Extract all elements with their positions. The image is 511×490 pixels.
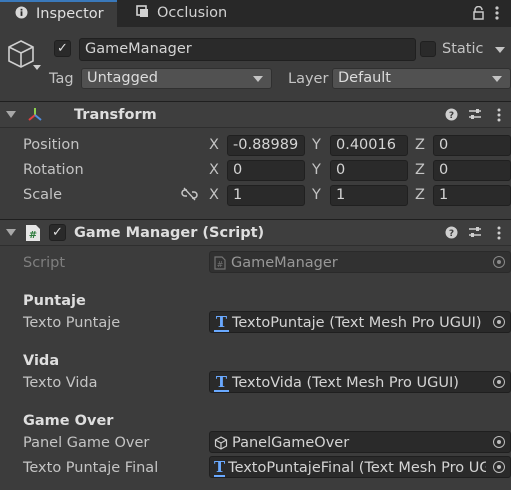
csharp-script-icon: # xyxy=(214,255,228,271)
object-name-field[interactable]: GameManager xyxy=(79,38,416,61)
object-picker-icon[interactable] xyxy=(488,432,510,452)
svg-text:?: ? xyxy=(449,111,454,121)
foldout-arrow-icon[interactable] xyxy=(6,111,16,118)
component-menu-icon[interactable] xyxy=(496,108,502,126)
text-mesh-pro-icon: T xyxy=(214,374,229,392)
active-toggle[interactable]: ✓ xyxy=(54,40,71,57)
script-field: # GameManager xyxy=(209,251,511,273)
scale-z-field[interactable]: 1 xyxy=(433,185,511,206)
chevron-down-icon xyxy=(253,76,263,82)
position-x-label: X xyxy=(209,137,219,153)
texto-puntaje-label: Texto Puntaje xyxy=(23,315,121,331)
layer-label: Layer xyxy=(288,71,329,87)
object-picker-icon[interactable] xyxy=(488,372,510,392)
gameobject-icon xyxy=(214,435,229,451)
scale-y-field[interactable]: 1 xyxy=(330,185,408,206)
help-icon[interactable]: ? xyxy=(445,226,458,243)
chevron-down-icon xyxy=(492,76,502,82)
scale-y-label: Y xyxy=(312,187,321,203)
tag-dropdown[interactable]: Untagged xyxy=(81,68,272,89)
foldout-arrow-icon[interactable] xyxy=(6,229,16,236)
svg-text:#: # xyxy=(217,260,224,269)
text-mesh-pro-icon: T xyxy=(214,314,229,332)
info-icon xyxy=(12,6,30,23)
tab-occlusion[interactable]: Occlusion xyxy=(117,0,257,27)
scale-z-label: Z xyxy=(415,187,425,203)
rotation-x-field[interactable]: 0 xyxy=(227,160,305,181)
tab-inspector-label: Inspector xyxy=(36,6,104,23)
help-icon[interactable]: ? xyxy=(445,108,458,125)
lock-icon[interactable] xyxy=(472,5,485,24)
transform-icon xyxy=(26,106,44,128)
rotation-y-label: Y xyxy=(312,162,321,178)
object-picker-icon[interactable] xyxy=(488,457,510,477)
texto-puntaje-field[interactable]: T TextoPuntaje (Text Mesh Pro UGUI) xyxy=(209,311,511,333)
tab-occlusion-label: Occlusion xyxy=(157,5,228,22)
presets-icon[interactable] xyxy=(468,108,482,125)
position-y-field[interactable]: 0.40016 xyxy=(330,135,408,156)
script-enabled-toggle[interactable]: ✓ xyxy=(49,224,66,241)
scale-x-label: X xyxy=(209,187,219,203)
object-picker-icon xyxy=(488,252,510,272)
texto-puntaje-final-field[interactable]: T TextoPuntajeFinal (Text Mesh Pro UGUI) xyxy=(209,456,511,478)
static-checkbox[interactable] xyxy=(420,41,436,57)
texto-vida-label: Texto Vida xyxy=(23,375,98,391)
script-label: Script xyxy=(23,255,66,271)
object-picker-icon[interactable] xyxy=(488,312,510,332)
component-menu-icon[interactable] xyxy=(496,226,502,244)
rotation-x-label: X xyxy=(209,162,219,178)
link-broken-icon[interactable] xyxy=(181,187,198,205)
rotation-z-field[interactable]: 0 xyxy=(433,160,511,181)
scale-x-field[interactable]: 1 xyxy=(227,185,305,206)
presets-icon[interactable] xyxy=(468,226,482,243)
texto-puntaje-final-label: Texto Puntaje Final xyxy=(23,460,159,476)
tab-inspector[interactable]: Inspector xyxy=(0,0,117,27)
transform-title: Transform xyxy=(74,107,157,123)
texto-vida-field[interactable]: T TextoVida (Text Mesh Pro UGUI) xyxy=(209,371,511,393)
text-mesh-pro-icon: T xyxy=(214,459,226,477)
rotation-z-label: Z xyxy=(415,162,425,178)
gameobject-cube-icon[interactable] xyxy=(6,38,44,78)
position-z-field[interactable]: 0 xyxy=(433,135,511,156)
rotation-y-field[interactable]: 0 xyxy=(330,160,408,181)
position-y-label: Y xyxy=(312,137,321,153)
position-label: Position xyxy=(23,137,80,153)
section-header-vida: Vida xyxy=(23,353,60,369)
rotation-label: Rotation xyxy=(23,162,84,178)
tag-label: Tag xyxy=(49,71,74,87)
svg-text:#: # xyxy=(29,230,37,241)
scale-label: Scale xyxy=(23,187,63,203)
static-label: Static xyxy=(442,41,484,57)
panel-game-over-label: Panel Game Over xyxy=(23,435,150,451)
svg-text:?: ? xyxy=(449,229,454,239)
position-z-label: Z xyxy=(415,137,425,153)
position-x-field[interactable]: -0.88989 xyxy=(227,135,305,156)
script-component-title: Game Manager (Script) xyxy=(74,225,265,241)
occlusion-icon xyxy=(133,5,151,22)
csharp-script-icon: # xyxy=(25,224,41,246)
section-header-game-over: Game Over xyxy=(23,413,114,429)
more-menu-icon[interactable] xyxy=(494,5,500,25)
static-dropdown-icon[interactable] xyxy=(495,47,505,53)
section-header-puntaje: Puntaje xyxy=(23,293,86,309)
panel-game-over-field[interactable]: PanelGameOver xyxy=(209,431,511,453)
layer-dropdown[interactable]: Default xyxy=(332,68,511,89)
